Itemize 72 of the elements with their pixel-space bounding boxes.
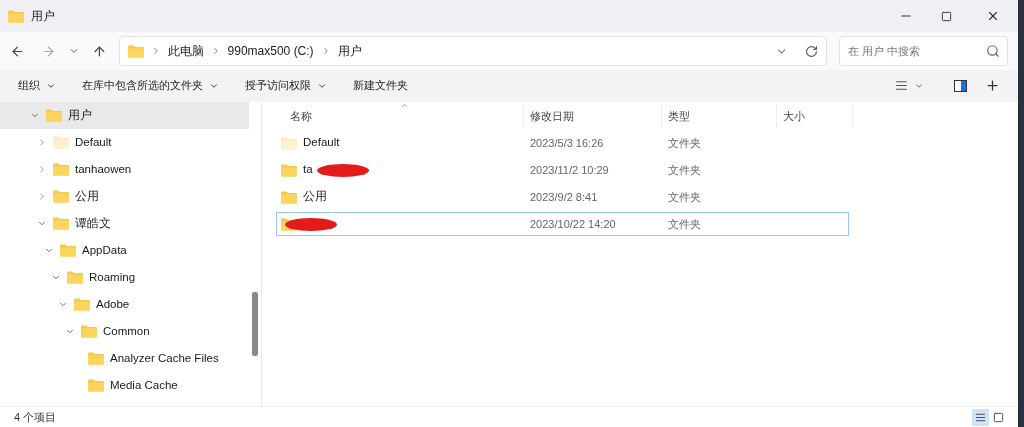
type-cell-text: 文件夹 bbox=[667, 162, 702, 178]
file-row[interactable]: Default 2023/5/3 16:26 文件夹 bbox=[276, 131, 849, 155]
file-row[interactable]: 2023/10/22 14:20 文件夹 bbox=[276, 212, 849, 236]
tree-label: 公用 bbox=[75, 188, 99, 204]
tree-label: tanhaowen bbox=[75, 161, 132, 177]
tree-item[interactable]: 公用 bbox=[0, 183, 249, 210]
details-pane-icon[interactable] bbox=[954, 79, 967, 92]
back-icon[interactable] bbox=[10, 43, 25, 59]
column-header[interactable]: 类型 bbox=[662, 104, 777, 128]
search-field[interactable]: 在 用户 中搜索 bbox=[839, 36, 1008, 66]
column-header[interactable]: 名称 bbox=[276, 104, 524, 128]
tree-label: Media Cache bbox=[110, 377, 178, 393]
command-button[interactable]: 组织 bbox=[18, 77, 56, 94]
date-cell-text: 2023/10/22 14:20 bbox=[529, 216, 617, 232]
breadcrumb[interactable]: 990max500 (C:) bbox=[227, 42, 314, 60]
command-button[interactable]: 授予访问权限 bbox=[245, 77, 327, 94]
tree-label: Default bbox=[75, 134, 112, 150]
view-options-icon[interactable] bbox=[895, 79, 908, 92]
tree-item[interactable]: 用户 bbox=[0, 102, 249, 129]
tree-label: 谭皓文 bbox=[75, 215, 111, 231]
tree-item[interactable]: tanhaowen bbox=[0, 156, 249, 183]
chevron-right-icon[interactable] bbox=[37, 164, 47, 175]
add-icon[interactable] bbox=[985, 78, 1000, 93]
tree-label: 用户 bbox=[68, 107, 92, 123]
sort-ascending-icon[interactable] bbox=[400, 101, 409, 110]
tree-item[interactable]: Default bbox=[0, 129, 249, 156]
window-title: 用户 bbox=[31, 8, 55, 25]
type-cell-text: 文件夹 bbox=[667, 216, 702, 232]
file-name: Default bbox=[303, 135, 340, 151]
command-button[interactable]: 在库中包含所选的文件夹 bbox=[82, 77, 219, 94]
tree-item[interactable]: Analyzer Cache Files bbox=[0, 345, 249, 372]
folder-icon bbox=[127, 44, 144, 58]
close-icon[interactable] bbox=[986, 9, 1000, 23]
tree-item[interactable]: Roaming bbox=[0, 264, 249, 291]
type-cell-text: 文件夹 bbox=[667, 135, 702, 151]
tree-item[interactable]: Adobe bbox=[0, 291, 249, 318]
list-icon bbox=[975, 411, 986, 423]
tree-label: Analyzer Cache Files bbox=[110, 350, 219, 366]
file-row[interactable]: ta 2023/11/2 10:29 文件夹 bbox=[276, 158, 849, 182]
refresh-icon[interactable] bbox=[805, 44, 819, 58]
column-header[interactable]: 修改日期 bbox=[524, 104, 662, 128]
tree-item[interactable]: Media Cache bbox=[0, 372, 249, 399]
folder-icon bbox=[8, 9, 24, 23]
tiles-view-icon[interactable] bbox=[993, 411, 1004, 423]
breadcrumb[interactable]: 用户 bbox=[337, 42, 362, 60]
column-header[interactable]: 大小 bbox=[777, 104, 853, 128]
breadcrumb[interactable]: 此电脑 bbox=[167, 42, 204, 60]
tree-label: Common bbox=[103, 323, 150, 339]
tree-label: Roaming bbox=[89, 269, 136, 285]
forward-icon[interactable] bbox=[40, 43, 56, 59]
type-cell-text: 文件夹 bbox=[667, 189, 702, 205]
date-cell-text: 2023/9/2 8:41 bbox=[529, 189, 599, 205]
file-row[interactable]: 公用 2023/9/2 8:41 文件夹 bbox=[276, 185, 849, 209]
scrollbar-thumb[interactable] bbox=[252, 292, 258, 356]
chevron-right-icon[interactable] bbox=[37, 191, 47, 202]
chevron-right-icon[interactable] bbox=[37, 137, 47, 148]
date-cell-text: 2023/5/3 16:26 bbox=[529, 135, 605, 151]
search-icon[interactable] bbox=[986, 44, 1000, 58]
file-name: ta bbox=[303, 162, 313, 178]
file-name: 公用 bbox=[303, 189, 327, 205]
up-icon[interactable] bbox=[91, 43, 107, 59]
date-cell-text: 2023/11/2 10:29 bbox=[529, 162, 610, 178]
tree-label: AppData bbox=[82, 242, 127, 258]
address-bar[interactable]: 此电脑 990max500 (C:) 用户 bbox=[118, 36, 828, 66]
details-view-button[interactable] bbox=[972, 408, 989, 426]
tree-item[interactable]: 谭皓文 bbox=[0, 210, 249, 237]
maximize-icon[interactable] bbox=[941, 10, 952, 22]
item-count: 4 个项目 bbox=[14, 409, 57, 425]
command-button[interactable]: 新建文件夹 bbox=[353, 77, 408, 94]
tree-label: Adobe bbox=[96, 296, 130, 312]
tree-item[interactable]: Common bbox=[0, 318, 249, 345]
tree-item[interactable]: AppData bbox=[0, 237, 249, 264]
